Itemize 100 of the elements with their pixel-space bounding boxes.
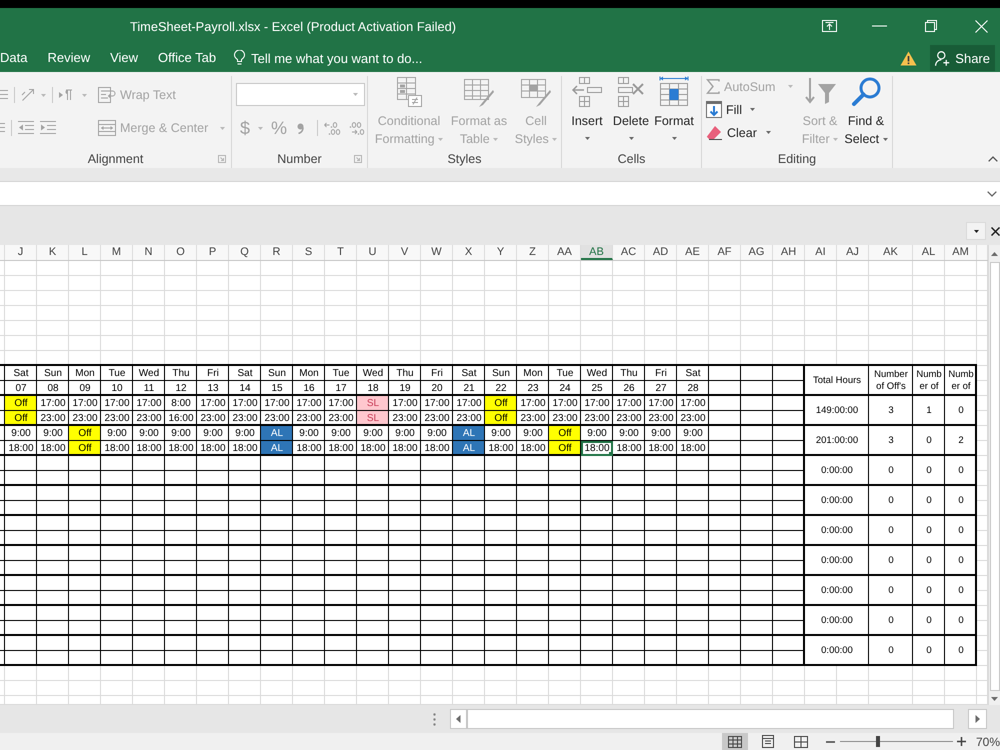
table-cell-text: 0:00:00 [820,644,854,658]
column-header[interactable]: K [37,245,69,260]
column-header[interactable]: AM [945,245,977,260]
format-button[interactable]: Format [652,76,696,140]
group-label: Alignment [88,152,144,166]
clear-button[interactable]: Clear [706,122,798,143]
column-header[interactable]: AJ [837,245,869,260]
scrollbar-thumb[interactable] [990,262,1000,691]
column-header[interactable]: AE [677,245,709,260]
table-cell-text: 0 [957,494,965,508]
table-cell-text: 0 [925,434,933,448]
chevron-up-icon[interactable] [988,156,998,162]
column-header[interactable]: AC [613,245,645,260]
column-header[interactable]: S [293,245,325,260]
corner-arrow-icon[interactable] [218,155,226,163]
caret-icon [438,138,444,141]
conditional-grid-icon [394,76,424,108]
table-header-cell-text: Mon [298,366,320,380]
down-arrow-icon[interactable] [991,697,998,701]
table-cell-text: 0:00:00 [820,584,854,598]
minus-icon[interactable] [826,740,835,742]
up-arrow-icon[interactable] [991,252,998,256]
cell-brush-icon [520,76,552,108]
table-header-cell-text: Total Hours [812,374,862,388]
zoom-level[interactable]: 70% [976,734,1000,748]
column-header[interactable]: U [357,245,389,260]
window-title: TimeSheet-Payroll.xlsx - Excel (Product Activation Failed) [130,18,456,34]
column-header[interactable]: AD [645,245,677,260]
find-select-button[interactable]: Find & Select [842,76,890,148]
insert-button[interactable]: Insert [567,76,607,140]
column-header[interactable]: AI [805,245,837,260]
ribbon-display-icon[interactable] [822,20,837,32]
table-cell: Off [485,396,517,411]
table-cell-text: 0 [957,614,965,628]
column-header[interactable]: V [389,245,421,260]
search-field[interactable]: Tell me what you want to do... [251,48,452,68]
caret-icon [882,138,888,141]
table-header-cell-text: Mon [74,366,96,380]
column-header[interactable]: AF [709,245,741,260]
table-header-cell-text: Numb er of [947,368,975,394]
table-cell-text: 0 [957,584,965,598]
warning-icon[interactable] [900,50,917,66]
table-header-cell-text: 22 [494,382,508,396]
delete-button[interactable]: Delete [611,76,651,140]
column-header[interactable]: AB [581,245,613,260]
column-header[interactable]: N [133,245,165,260]
fill-button[interactable]: Fill [706,99,798,120]
caret-icon [750,108,755,111]
ribbon-tab[interactable]: Review [37,46,100,70]
table-header-cell-text: 16 [302,382,316,396]
column-header[interactable]: T [325,245,357,260]
table-header-cell-text: Sun [43,366,63,380]
restore-icon[interactable] [925,20,937,32]
caret-icon [493,138,498,141]
column-header[interactable]: P [197,245,229,260]
column-header[interactable]: AK [869,245,913,260]
table-cell: Off [69,426,101,441]
plus-icon[interactable] [956,737,966,746]
column-header[interactable]: AG [741,245,773,260]
fill-handle[interactable] [609,452,613,456]
group-label: Number [277,152,322,166]
group-label: Styles [447,152,482,166]
table-cell-text: 0 [925,614,933,628]
column-header[interactable]: Y [485,245,517,260]
table-header-cell-text: Tue [556,366,574,380]
column-header[interactable]: X [453,245,485,260]
chevron-down-icon[interactable] [987,190,997,196]
column-header[interactable]: Z [517,245,549,260]
column-header[interactable]: Q [229,245,261,260]
table-cell-text: 149:00:00 [814,404,860,418]
merge-cells-icon [98,120,116,136]
vertical-scrollbar[interactable] [988,245,1000,705]
column-header[interactable]: J [5,245,37,260]
grid-icon [728,736,742,748]
minimize-icon[interactable] [872,25,887,27]
table-header-cell-text: 24 [558,382,572,396]
tab-list-button[interactable] [966,222,986,240]
column-header[interactable]: R [261,245,293,260]
ribbon-tab[interactable]: Office Tab [148,46,226,70]
ribbon-tab[interactable]: Data [0,46,38,70]
insert-cells-icon [571,76,603,108]
corner-arrow-icon[interactable] [354,155,362,163]
column-header[interactable]: M [101,245,133,260]
column-header[interactable]: O [165,245,197,260]
column-header[interactable]: L [69,245,101,260]
share-button[interactable]: Share [930,45,995,71]
ribbon-tab[interactable]: View [100,46,148,70]
view-button[interactable] [722,733,748,750]
caret-icon [258,126,264,130]
splitter-dots-icon[interactable] [433,712,436,726]
column-header[interactable]: AL [913,245,945,260]
table-header-cell-text: Thu [395,366,415,380]
table-header-cell-text: Numb er of [915,368,943,394]
column-header[interactable]: W [421,245,453,260]
close-icon[interactable] [991,227,1000,236]
zoom-slider-thumb[interactable] [876,736,880,747]
table-cell-text: 201:00:00 [814,434,860,448]
table-cell-text: 0 [887,524,895,538]
table-header-cell-text: 11 [142,382,156,396]
column-header[interactable]: AH [773,245,805,260]
